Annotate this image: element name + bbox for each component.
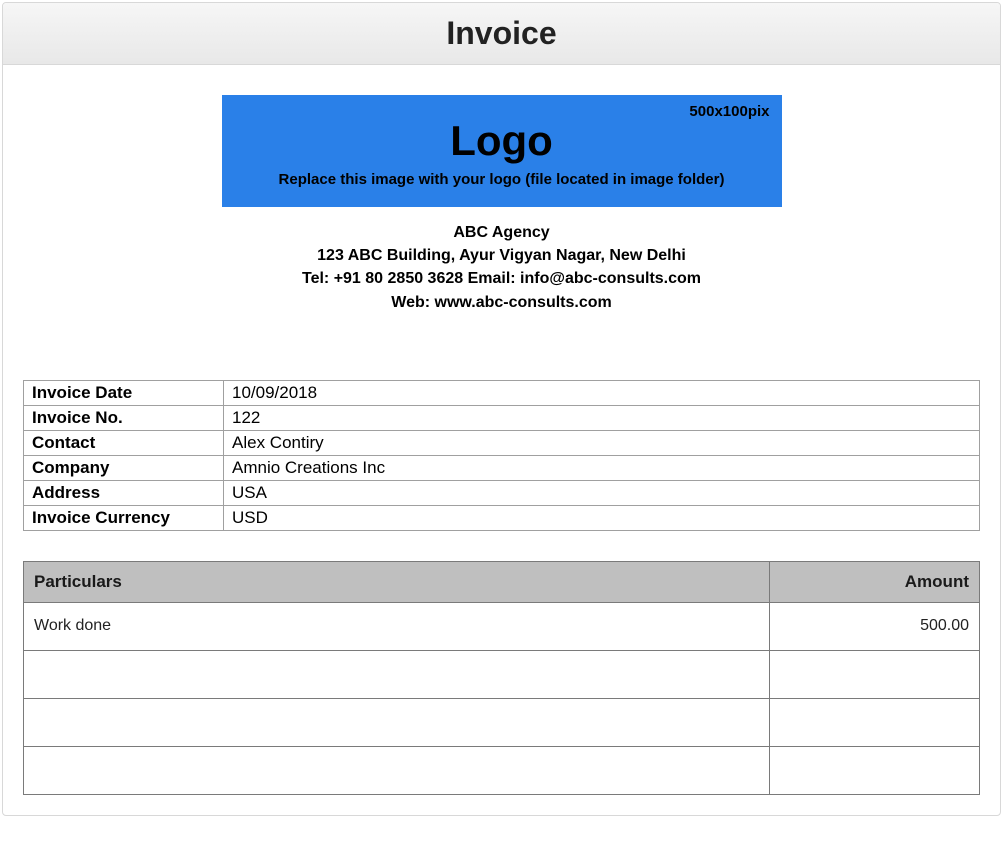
detail-label: Contact (24, 430, 224, 455)
line-items-table: Particulars Amount Work done 500.00 (23, 561, 980, 795)
detail-label: Invoice No. (24, 405, 224, 430)
detail-row-contact: Contact Alex Contiry (24, 430, 980, 455)
header-amount: Amount (770, 561, 980, 602)
line-item-particulars (24, 650, 770, 698)
detail-value: Amnio Creations Inc (224, 455, 980, 480)
line-item-amount (770, 746, 980, 794)
line-item-row: Work done 500.00 (24, 602, 980, 650)
logo-note: Replace this image with your logo (file … (222, 171, 782, 188)
line-item-particulars: Work done (24, 602, 770, 650)
document-body: 500x100pix Logo Replace this image with … (3, 65, 1000, 815)
logo-dimensions-label: 500x100pix (689, 103, 769, 120)
detail-value: 10/09/2018 (224, 380, 980, 405)
detail-label: Address (24, 480, 224, 505)
line-item-amount (770, 698, 980, 746)
invoice-details-table: Invoice Date 10/09/2018 Invoice No. 122 … (23, 380, 980, 531)
header-particulars: Particulars (24, 561, 770, 602)
invoice-document: Invoice 500x100pix Logo Replace this ima… (2, 2, 1001, 816)
line-item-particulars (24, 746, 770, 794)
detail-value: 122 (224, 405, 980, 430)
table-header-row: Particulars Amount (24, 561, 980, 602)
company-address: 123 ABC Building, Ayur Vigyan Nagar, New… (23, 244, 980, 267)
page-title: Invoice (3, 15, 1000, 52)
logo-text: Logo (222, 117, 782, 165)
detail-row-address: Address USA (24, 480, 980, 505)
logo-placeholder: 500x100pix Logo Replace this image with … (222, 95, 782, 207)
document-header: Invoice (3, 3, 1000, 65)
company-info-block: ABC Agency 123 ABC Building, Ayur Vigyan… (23, 221, 980, 314)
detail-value: USA (224, 480, 980, 505)
line-item-amount (770, 650, 980, 698)
detail-row-currency: Invoice Currency USD (24, 505, 980, 530)
detail-label: Invoice Currency (24, 505, 224, 530)
line-item-row (24, 746, 980, 794)
detail-row-invoice-date: Invoice Date 10/09/2018 (24, 380, 980, 405)
detail-label: Company (24, 455, 224, 480)
line-item-row (24, 698, 980, 746)
detail-row-invoice-no: Invoice No. 122 (24, 405, 980, 430)
company-name: ABC Agency (23, 221, 980, 244)
company-web: Web: www.abc-consults.com (23, 291, 980, 314)
line-item-row (24, 650, 980, 698)
detail-value: Alex Contiry (224, 430, 980, 455)
company-contact: Tel: +91 80 2850 3628 Email: info@abc-co… (23, 267, 980, 290)
detail-label: Invoice Date (24, 380, 224, 405)
line-item-particulars (24, 698, 770, 746)
detail-row-company: Company Amnio Creations Inc (24, 455, 980, 480)
detail-value: USD (224, 505, 980, 530)
line-item-amount: 500.00 (770, 602, 980, 650)
